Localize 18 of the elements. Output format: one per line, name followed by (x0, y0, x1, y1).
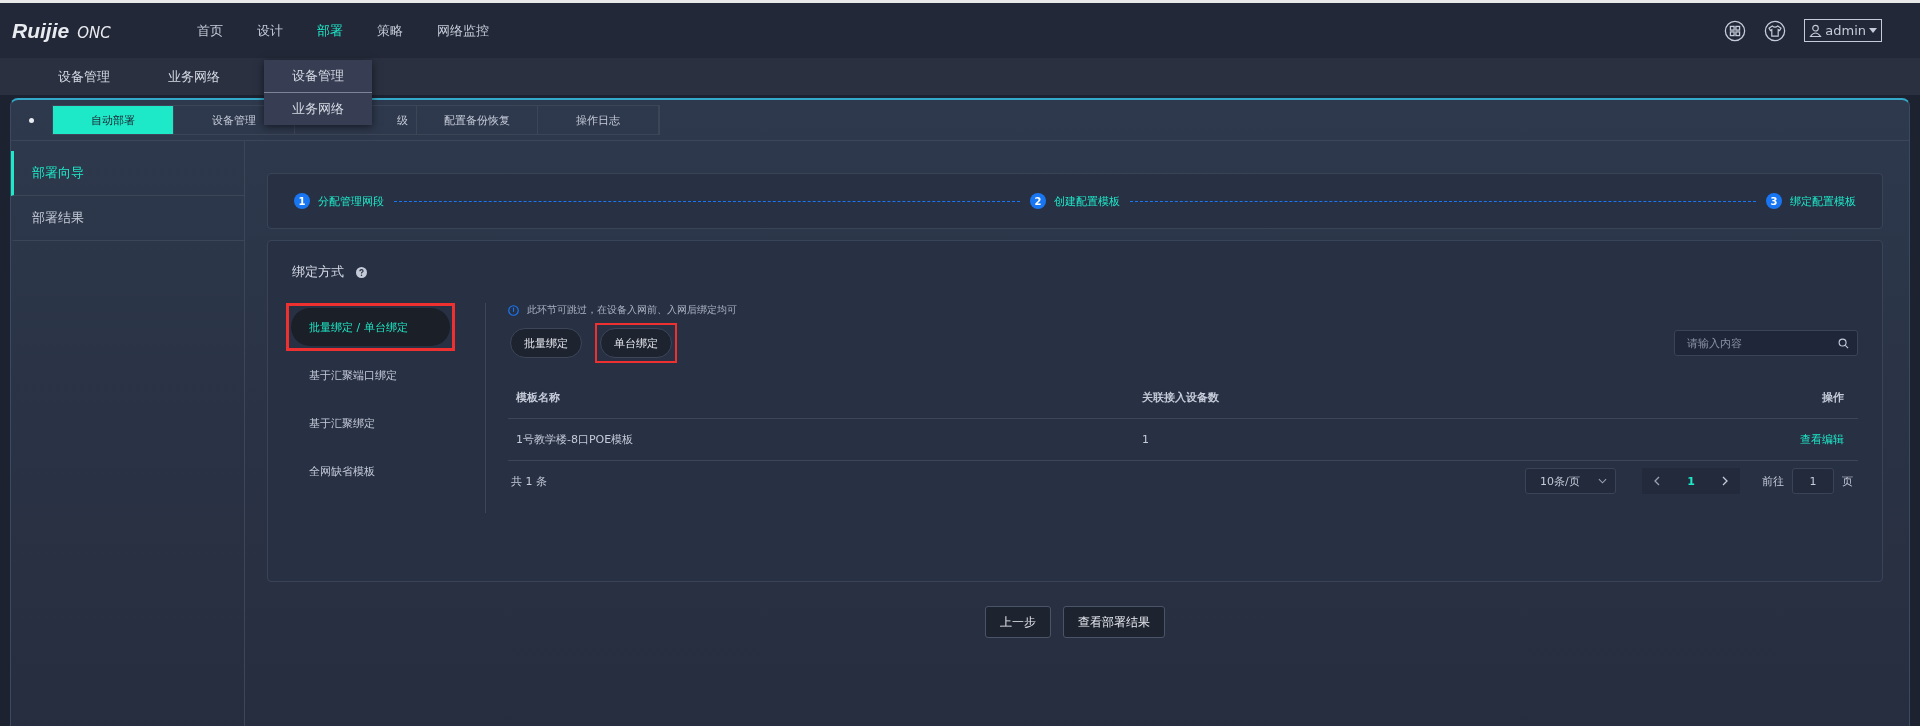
step-number: 3 (1766, 193, 1782, 209)
step-number: 2 (1030, 193, 1046, 209)
goto-label: 前往 (1762, 473, 1784, 489)
step-label: 绑定配置模板 (1790, 193, 1856, 209)
step-number: 1 (294, 193, 310, 209)
table-cell-text: 1 (1142, 433, 1150, 446)
logo: Ruijie (12, 18, 70, 43)
page-unit: 页 (1842, 473, 1853, 489)
table-cell-text: 1号教学楼-8口POE模板 (516, 432, 635, 447)
product-name: ONC (77, 23, 111, 42)
step-label: 分配管理网段 (318, 193, 384, 209)
step-label: 创建配置模板 (1054, 193, 1120, 209)
column-header: 关联接入设备数 (1142, 390, 1220, 405)
total-count: 共 1 条 (511, 473, 547, 489)
notice-text: 此环节可跳过，在设备入网前、入网后绑定均可 (527, 303, 737, 317)
section-title: 绑定方式 (292, 263, 344, 281)
column-header: 操作 (1822, 390, 1845, 405)
column-header: 模板名称 (516, 390, 561, 405)
